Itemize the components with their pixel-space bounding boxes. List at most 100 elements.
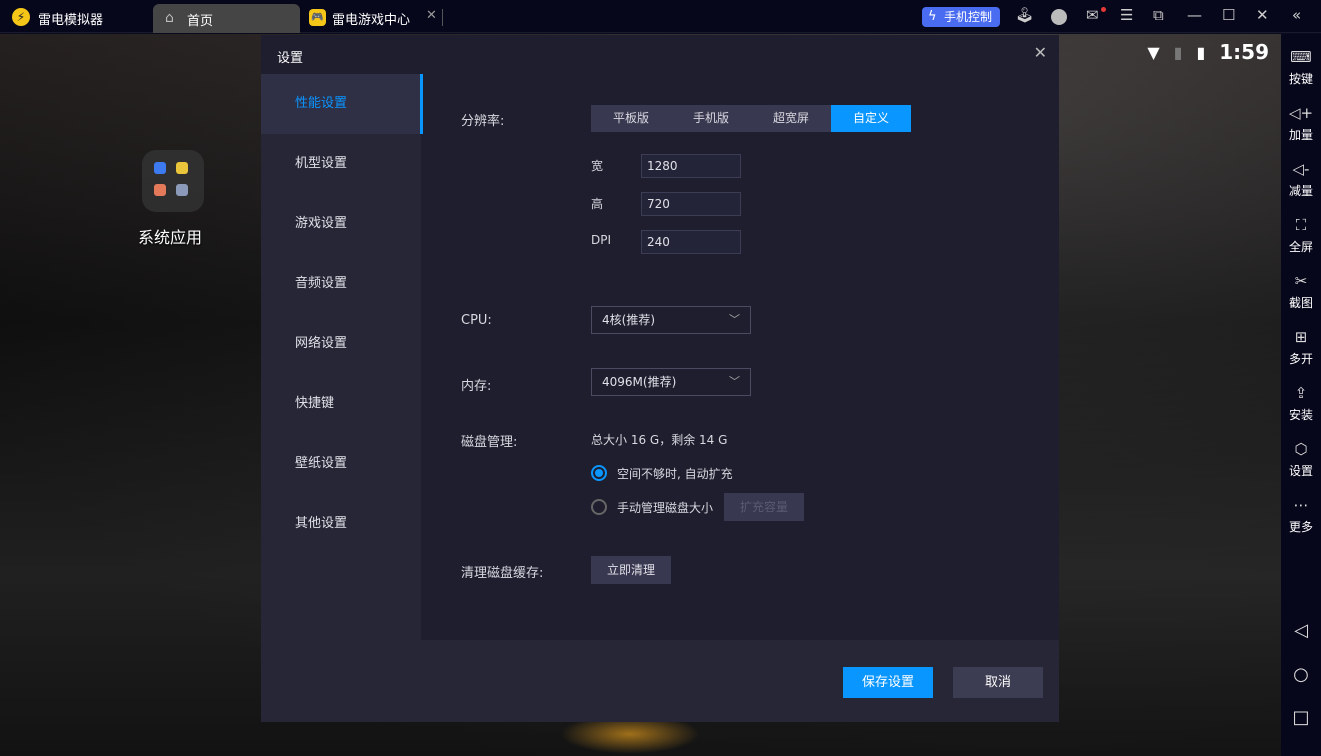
- option-tablet[interactable]: 平板版: [591, 105, 671, 132]
- home-circle-icon[interactable]: ○: [1281, 664, 1321, 685]
- manual-label: 手动管理磁盘大小: [617, 501, 714, 515]
- gamepad-icon[interactable]: 🕹: [1015, 6, 1034, 24]
- cancel-button[interactable]: 取消: [953, 667, 1043, 698]
- memory-select[interactable]: 4096M(推荐) ﹀: [591, 368, 751, 396]
- volume-down-icon: ◁-: [1292, 160, 1310, 178]
- mail-icon[interactable]: ✉: [1086, 6, 1099, 24]
- menu-icon[interactable]: ☰: [1120, 6, 1133, 24]
- label: 设置: [1288, 464, 1313, 478]
- keyboard-icon: ⌨: [1290, 48, 1312, 66]
- settings-content: 分辨率: 平板版 手机版 超宽屏 自定义 宽 1280 高 720 DPI 24…: [421, 74, 1059, 640]
- nav-other[interactable]: 其他设置: [261, 494, 421, 554]
- multi-instance-icon: ⊞: [1294, 328, 1308, 346]
- option-phone[interactable]: 手机版: [671, 105, 751, 132]
- chrome-icon: [176, 162, 188, 174]
- radio-auto-expand[interactable]: [591, 465, 607, 481]
- lightning-icon: ϟ: [928, 9, 937, 24]
- cpu-select[interactable]: 4核(推荐) ﹀: [591, 306, 751, 334]
- memory-label: 内存:: [461, 379, 492, 394]
- no-sim-icon: ▮: [1173, 42, 1183, 62]
- tab-home[interactable]: ⌂ 首页: [153, 4, 300, 33]
- nav-shortcuts[interactable]: 快捷键: [261, 374, 421, 434]
- screenshot-button[interactable]: ✂ 截图: [1281, 272, 1321, 311]
- clock: 1:59: [1219, 40, 1269, 64]
- option-ultrawide[interactable]: 超宽屏: [751, 105, 831, 132]
- nav-audio[interactable]: 音频设置: [261, 254, 421, 314]
- option-custom[interactable]: 自定义: [831, 105, 911, 132]
- tab-label: 首页: [187, 14, 214, 29]
- install-apk-button[interactable]: ⇪ 安装: [1281, 384, 1321, 423]
- app-icon: [154, 184, 166, 196]
- height-input[interactable]: 720: [641, 192, 741, 216]
- volume-up-button[interactable]: ◁+ 加量: [1281, 104, 1321, 143]
- volume-down-button[interactable]: ◁- 减量: [1281, 160, 1321, 199]
- notification-dot: [1101, 7, 1106, 12]
- label: 多开: [1288, 352, 1313, 366]
- label: 安装: [1288, 408, 1313, 422]
- width-label: 宽: [591, 159, 604, 173]
- resolution-selector: 平板版 手机版 超宽屏 自定义: [591, 105, 911, 132]
- nav-game[interactable]: 游戏设置: [261, 194, 421, 254]
- more-icon: ⋯: [1293, 496, 1309, 514]
- recents-icon[interactable]: □: [1281, 707, 1321, 728]
- disk-label: 磁盘管理:: [461, 435, 518, 450]
- close-tab-icon[interactable]: ✕: [426, 8, 437, 23]
- app-icon: [154, 162, 166, 174]
- height-label: 高: [591, 197, 604, 211]
- save-button[interactable]: 保存设置: [843, 667, 933, 698]
- label: 加量: [1288, 128, 1313, 142]
- dpi-input[interactable]: 240: [641, 230, 741, 254]
- window-mode-icon[interactable]: ⧉: [1153, 6, 1164, 24]
- label: 全屏: [1288, 240, 1313, 254]
- settings-nav: 性能设置 机型设置 游戏设置 音频设置 网络设置 快捷键 壁纸设置 其他设置: [261, 74, 423, 640]
- app-name: 雷电模拟器: [38, 13, 104, 28]
- label: 截图: [1288, 296, 1313, 310]
- title-bar: ⚡ 雷电模拟器 ⌂ 首页 🎮 雷电游戏中心 ✕ ϟ 手机控制 🕹 ✉ ☰ ⧉ — ☐…: [0, 0, 1321, 33]
- close-icon[interactable]: ✕: [1256, 6, 1269, 24]
- apk-install-icon: ⇪: [1294, 384, 1308, 402]
- nav-performance[interactable]: 性能设置: [261, 74, 423, 134]
- nav-wallpaper[interactable]: 壁纸设置: [261, 434, 421, 494]
- width-input[interactable]: 1280: [641, 154, 741, 178]
- cpu-label: CPU:: [461, 313, 492, 328]
- settings-icon: ⬡: [1294, 440, 1308, 458]
- cpu-value: 4核(推荐): [602, 313, 655, 327]
- battery-icon: ▮: [1196, 42, 1206, 62]
- minimize-icon[interactable]: —: [1187, 6, 1202, 24]
- dpi-label: DPI: [591, 233, 612, 247]
- clear-cache-label: 清理磁盘缓存:: [461, 566, 544, 581]
- resolution-label: 分辨率:: [461, 114, 505, 129]
- close-dialog-icon[interactable]: ✕: [1034, 43, 1047, 62]
- collapse-icon[interactable]: «: [1292, 6, 1301, 24]
- fullscreen-button[interactable]: ⛶ 全屏: [1281, 216, 1321, 255]
- back-icon[interactable]: ◁: [1281, 620, 1321, 641]
- radio-manual[interactable]: [591, 499, 607, 515]
- nav-network[interactable]: 网络设置: [261, 314, 421, 374]
- system-apps-folder[interactable]: [142, 150, 204, 212]
- tab-game-center[interactable]: 雷电游戏中心: [332, 9, 410, 28]
- settings-button[interactable]: ⬡ 设置: [1281, 440, 1321, 479]
- avatar-icon[interactable]: [1051, 9, 1067, 25]
- contacts-icon: [176, 184, 188, 196]
- fullscreen-icon: ⛶: [1295, 216, 1307, 234]
- dialog-title: 设置: [277, 51, 304, 66]
- maximize-icon[interactable]: ☐: [1222, 6, 1235, 24]
- scissors-icon: ✂: [1294, 272, 1308, 290]
- label: 更多: [1288, 520, 1313, 534]
- right-toolbar: ⌨ 按键 ◁+ 加量 ◁- 减量 ⛶ 全屏 ✂ 截图 ⊞ 多开 ⇪ 安装 ⬡ 设置 ⋯ 更多 ◁ …: [1281, 34, 1321, 756]
- clear-now-button[interactable]: 立即清理: [591, 556, 671, 584]
- wifi-icon: ▼: [1147, 42, 1160, 62]
- multi-instance-button[interactable]: ⊞ 多开: [1281, 328, 1321, 367]
- expand-capacity-button[interactable]: 扩充容量: [724, 493, 804, 521]
- chevron-down-icon: ﹀: [729, 313, 740, 326]
- label: 减量: [1288, 184, 1313, 198]
- memory-value: 4096M(推荐): [602, 375, 677, 389]
- phone-control-button[interactable]: ϟ 手机控制: [922, 7, 1000, 27]
- nav-model[interactable]: 机型设置: [261, 134, 421, 194]
- label: 按键: [1288, 72, 1313, 86]
- status-bar: ▼ ▮ ▮ 1:59: [1147, 40, 1269, 64]
- keymap-button[interactable]: ⌨ 按键: [1281, 48, 1321, 87]
- folder-label: 系统应用: [138, 228, 203, 247]
- volume-up-icon: ◁+: [1288, 104, 1314, 122]
- more-button[interactable]: ⋯ 更多: [1281, 496, 1321, 535]
